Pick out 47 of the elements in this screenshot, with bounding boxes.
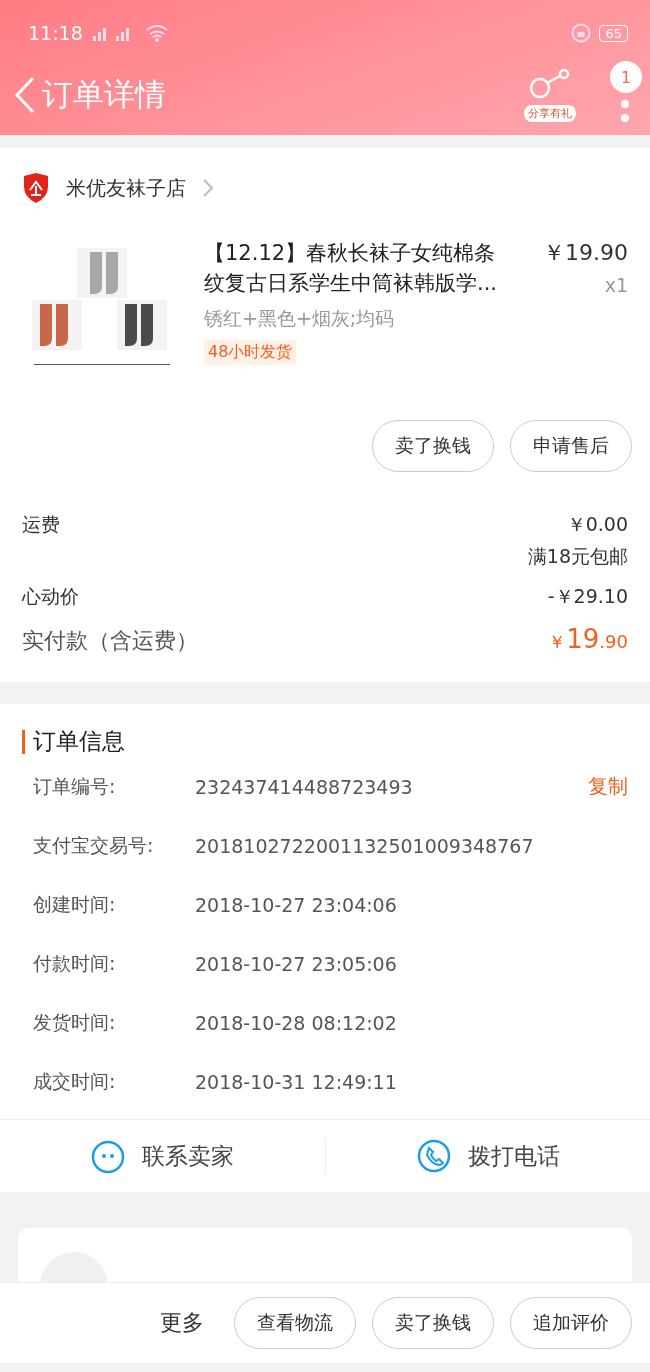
total-amount: ￥19.90 xyxy=(548,624,628,654)
action-button[interactable]: 卖了换钱 xyxy=(372,420,494,472)
summary-value: ￥0.00 xyxy=(566,512,628,537)
battery-icon: 65 xyxy=(599,24,628,42)
action-button[interactable]: 卖了换钱 xyxy=(372,1297,494,1349)
status-time: 11:18 xyxy=(28,22,83,44)
product-spec: 锈红+黑色+烟灰;均码 xyxy=(204,306,396,331)
chevron-icon[interactable] xyxy=(202,178,214,198)
back-icon[interactable] xyxy=(14,76,36,114)
product-title[interactable]: 【12.12】春秋长袜子女纯棉条纹复古日系学生中筒袜韩版学... xyxy=(204,238,516,298)
info-value: 2018102722001132501009348767 xyxy=(195,834,535,857)
page-title: 订单详情 xyxy=(42,75,166,114)
info-value: 232437414488723493 xyxy=(195,775,414,798)
action-button[interactable]: 追加评价 xyxy=(510,1297,632,1349)
info-label: 订单编号: xyxy=(33,773,117,799)
wifi-icon xyxy=(144,24,169,42)
total-label: 实付款（含运费） xyxy=(22,627,198,655)
info-value: 2018-10-31 12:49:11 xyxy=(195,1070,398,1093)
action-button[interactable]: 查看物流 xyxy=(234,1297,356,1349)
more-icon[interactable] xyxy=(620,99,630,123)
product-quantity: x1 xyxy=(604,274,628,296)
summary-label: 心动价 xyxy=(22,584,79,609)
info-label: 成交时间: xyxy=(33,1068,117,1094)
info-label: 创建时间: xyxy=(33,891,117,917)
summary-label: 运费 xyxy=(22,512,60,537)
summary-value: -￥29.10 xyxy=(547,584,628,609)
lock-icon xyxy=(571,23,592,43)
shipping-tag: 48小时发货 xyxy=(204,340,297,365)
info-label: 付款时间: xyxy=(33,950,117,976)
shop-name[interactable]: 米优友袜子店 xyxy=(66,174,186,202)
contact-button[interactable]: 拨打电话 xyxy=(325,1120,650,1192)
notification-badge: 1 xyxy=(610,61,642,93)
info-label: 支付宝交易号: xyxy=(33,832,155,858)
more-link[interactable]: 更多 xyxy=(160,1308,204,1338)
smiley-icon xyxy=(90,1138,127,1174)
contact-button[interactable]: 联系卖家 xyxy=(0,1120,325,1192)
action-button[interactable]: 申请售后 xyxy=(510,420,632,472)
free-shipping-note: 满18元包邮 xyxy=(527,544,628,569)
phone-icon xyxy=(415,1138,452,1174)
info-value: 2018-10-28 08:12:02 xyxy=(195,1011,398,1034)
product-price: ￥19.90 xyxy=(543,239,628,267)
info-value: 2018-10-27 23:05:06 xyxy=(195,952,398,975)
info-label: 发货时间: xyxy=(33,1009,117,1035)
share-label[interactable]: 分享有礼 xyxy=(524,105,576,122)
section-title: 订单信息 xyxy=(33,727,125,756)
shield-icon xyxy=(22,173,50,203)
info-value: 2018-10-27 23:04:06 xyxy=(195,893,398,916)
